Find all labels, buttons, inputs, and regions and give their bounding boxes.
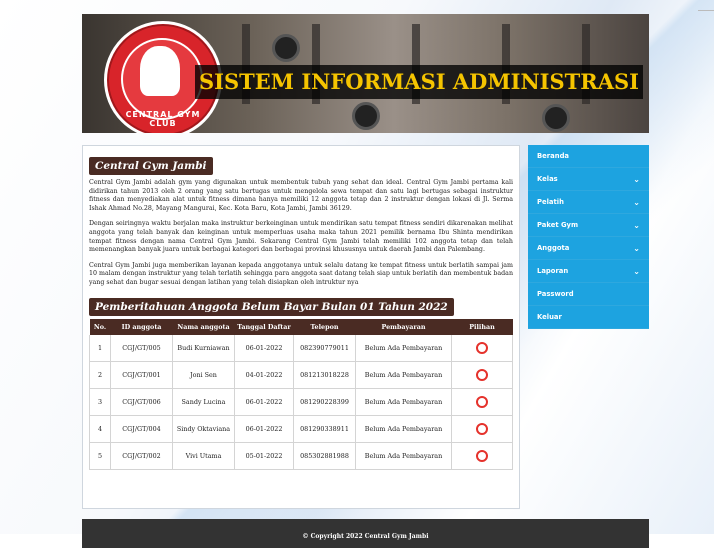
copyright-text: © Copyright 2022 Central Gym Jambi xyxy=(302,533,429,540)
cell-no: 1 xyxy=(89,334,111,362)
sidebar-item-label: Anggota xyxy=(537,244,570,252)
table-row: 1 CGJ/GT/005 Budi Kurniawan 06-01-2022 0… xyxy=(89,334,513,362)
site-title: SISTEM INFORMASI ADMINISTRASI xyxy=(195,65,643,99)
status-ring-icon[interactable] xyxy=(476,449,488,462)
table-row: 5 CGJ/GT/002 Vivi Utama 05-01-2022 08530… xyxy=(89,442,513,470)
column-header-pembayaran: Pembayaran xyxy=(355,318,452,335)
cell-tanggal: 05-01-2022 xyxy=(234,442,294,470)
cell-id: CGJ/GT/005 xyxy=(110,334,173,362)
chevron-down-icon: ⌄ xyxy=(633,198,640,207)
cell-nama: Sandy Lucina xyxy=(172,388,235,416)
cell-pembayaran: Belum Ada Pembayaran xyxy=(355,361,452,389)
chevron-down-icon: ⌄ xyxy=(633,221,640,230)
column-header-tanggal: Tanggal Daftar xyxy=(234,318,294,335)
chevron-down-icon: ⌄ xyxy=(633,267,640,276)
cell-tanggal: 06-01-2022 xyxy=(234,388,294,416)
cell-telepon: 081290228399 xyxy=(293,388,356,416)
cell-no: 2 xyxy=(89,361,111,389)
weight-plate-decoration xyxy=(272,34,300,62)
chevron-down-icon: ⌄ xyxy=(633,175,640,184)
cell-telepon: 081290338911 xyxy=(293,415,356,443)
cell-pilihan xyxy=(451,415,513,443)
sidebar-item-label: Beranda xyxy=(537,152,570,160)
cell-id: CGJ/GT/004 xyxy=(110,415,173,443)
sidebar-menu: Beranda Kelas ⌄ Pelatih ⌄ Paket Gym ⌄ An… xyxy=(528,145,649,329)
cell-pilihan xyxy=(451,442,513,470)
sidebar-item-pelatih[interactable]: Pelatih ⌄ xyxy=(528,191,649,214)
cell-pembayaran: Belum Ada Pembayaran xyxy=(355,415,452,443)
sidebar-item-label: Keluar xyxy=(537,313,562,321)
cell-no: 5 xyxy=(89,442,111,470)
weight-plate-decoration xyxy=(542,104,570,132)
bodybuilder-icon xyxy=(140,46,180,96)
cell-tanggal: 04-01-2022 xyxy=(234,361,294,389)
status-ring-icon[interactable] xyxy=(476,395,488,408)
column-header-pilihan: Pilihan xyxy=(451,318,513,335)
column-header-nama: Nama anggota xyxy=(172,318,235,335)
cell-nama: Budi Kurniawan xyxy=(172,334,235,362)
about-title: Central Gym Jambi xyxy=(89,157,213,175)
cell-id: CGJ/GT/001 xyxy=(110,361,173,389)
table-row: 4 CGJ/GT/004 Sindy Oktaviana 06-01-2022 … xyxy=(89,415,513,443)
cell-id: CGJ/GT/006 xyxy=(110,388,173,416)
cell-pilihan xyxy=(451,334,513,362)
status-ring-icon[interactable] xyxy=(476,422,488,435)
chevron-down-icon: ⌄ xyxy=(633,244,640,253)
sidebar-item-label: Kelas xyxy=(537,175,558,183)
unpaid-notice-title: Pemberitahuan Anggota Belum Bayar Bulan … xyxy=(89,297,454,316)
sidebar-item-beranda[interactable]: Beranda xyxy=(528,145,649,168)
column-header-no: No. xyxy=(89,318,111,335)
cell-no: 4 xyxy=(89,415,111,443)
cell-nama: Sindy Oktaviana xyxy=(172,415,235,443)
weight-plate-decoration xyxy=(352,102,380,130)
sidebar-item-keluar[interactable]: Keluar xyxy=(528,306,649,329)
unpaid-members-table: No. ID anggota Nama anggota Tanggal Daft… xyxy=(89,318,513,470)
cell-pilihan xyxy=(451,361,513,389)
sidebar-item-anggota[interactable]: Anggota ⌄ xyxy=(528,237,649,260)
cell-tanggal: 06-01-2022 xyxy=(234,415,294,443)
sidebar-item-label: Paket Gym xyxy=(537,221,579,229)
column-header-id: ID anggota xyxy=(110,318,173,335)
cell-pembayaran: Belum Ada Pembayaran xyxy=(355,334,452,362)
cell-tanggal: 06-01-2022 xyxy=(234,334,294,362)
status-ring-icon[interactable] xyxy=(476,341,488,354)
about-paragraph: Dengan seiringnya waktu berjalan maka in… xyxy=(89,220,513,254)
status-ring-icon[interactable] xyxy=(476,368,488,381)
column-header-telepon: Telepon xyxy=(293,318,356,335)
sidebar-item-label: Password xyxy=(537,290,574,298)
cell-telepon: 082390779011 xyxy=(293,334,356,362)
about-paragraph: Central Gym Jambi juga memberikan layana… xyxy=(89,261,513,286)
cell-nama: Joni Sen xyxy=(172,361,235,389)
cell-no: 3 xyxy=(89,388,111,416)
main-content: Central Gym Jambi Central Gym Jambi adal… xyxy=(82,145,520,509)
sidebar-item-label: Pelatih xyxy=(537,198,564,206)
sidebar-item-password[interactable]: Password xyxy=(528,283,649,306)
cell-telepon: 081213018228 xyxy=(293,361,356,389)
sidebar-item-laporan[interactable]: Laporan ⌄ xyxy=(528,260,649,283)
cell-nama: Vivi Utama xyxy=(172,442,235,470)
sidebar-item-paket-gym[interactable]: Paket Gym ⌄ xyxy=(528,214,649,237)
sidebar-item-label: Laporan xyxy=(537,267,569,275)
table-header-row: No. ID anggota Nama anggota Tanggal Daft… xyxy=(89,318,513,335)
cell-pilihan xyxy=(451,388,513,416)
cell-pembayaran: Belum Ada Pembayaran xyxy=(355,388,452,416)
header-banner: CENTRAL GYM CLUB SISTEM INFORMASI ADMINI… xyxy=(82,14,649,133)
cell-pembayaran: Belum Ada Pembayaran xyxy=(355,442,452,470)
decorative-line xyxy=(698,10,714,11)
sidebar-item-kelas[interactable]: Kelas ⌄ xyxy=(528,168,649,191)
about-paragraph: Central Gym Jambi adalah gym yang diguna… xyxy=(89,179,513,212)
cell-id: CGJ/GT/002 xyxy=(110,442,173,470)
table-row: 3 CGJ/GT/006 Sandy Lucina 06-01-2022 081… xyxy=(89,388,513,416)
table-row: 2 CGJ/GT/001 Joni Sen 04-01-2022 0812130… xyxy=(89,361,513,389)
logo-text: CENTRAL GYM CLUB xyxy=(125,110,201,128)
cell-telepon: 085302881988 xyxy=(293,442,356,470)
